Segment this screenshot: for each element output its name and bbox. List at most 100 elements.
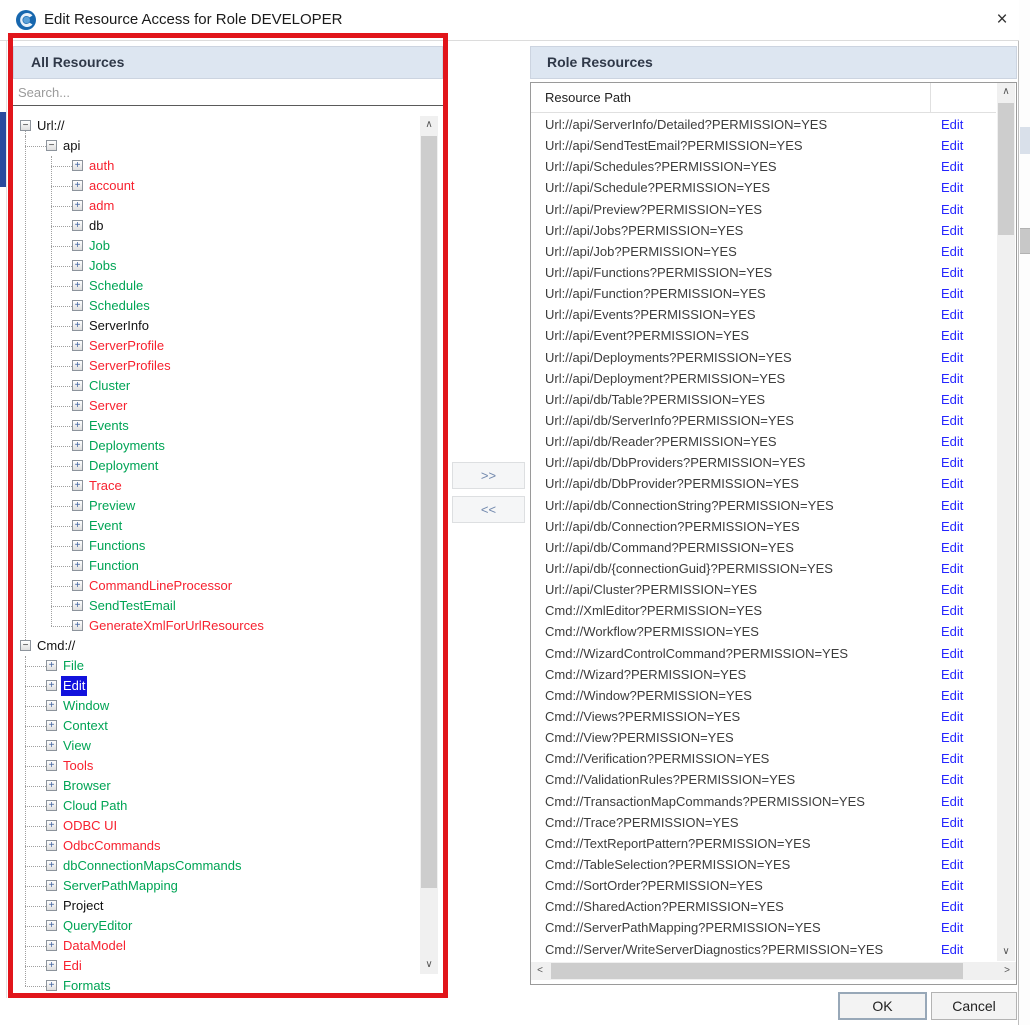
tree-item-label[interactable]: account	[87, 176, 137, 196]
expand-toggle-icon[interactable]: +	[46, 740, 57, 751]
tree-item-label[interactable]: Cloud Path	[61, 796, 129, 816]
expand-toggle-icon[interactable]: +	[72, 540, 83, 551]
edit-link[interactable]: Edit	[941, 244, 996, 259]
edit-link[interactable]: Edit	[941, 857, 996, 872]
collapse-toggle-icon[interactable]: −	[46, 140, 57, 151]
tree-item[interactable]: +ServerPathMapping	[13, 876, 438, 896]
tree-item-label[interactable]: ODBC UI	[61, 816, 119, 836]
edit-link[interactable]: Edit	[941, 688, 996, 703]
edit-link[interactable]: Edit	[941, 667, 996, 682]
tree-item[interactable]: +Deployments	[13, 436, 438, 456]
tree-item-label[interactable]: Tools	[61, 756, 95, 776]
tree-item-label[interactable]: Jobs	[87, 256, 118, 276]
expand-toggle-icon[interactable]: +	[46, 800, 57, 811]
expand-toggle-icon[interactable]: +	[72, 280, 83, 291]
tree-item[interactable]: +ODBC UI	[13, 816, 438, 836]
tree-item-label[interactable]: Events	[87, 416, 131, 436]
expand-toggle-icon[interactable]: +	[72, 460, 83, 471]
tree-item[interactable]: +Schedules	[13, 296, 438, 316]
tree-item[interactable]: + db	[13, 216, 438, 236]
edit-link[interactable]: Edit	[941, 413, 996, 428]
tree-item-label[interactable]: Event	[87, 516, 124, 536]
edit-link[interactable]: Edit	[941, 180, 996, 195]
tree-item[interactable]: +Schedule	[13, 276, 438, 296]
collapse-toggle-icon[interactable]: −	[20, 120, 31, 131]
tree-item[interactable]: +dbConnectionMapsCommands	[13, 856, 438, 876]
edit-link[interactable]: Edit	[941, 286, 996, 301]
tree-item[interactable]: +Context	[13, 716, 438, 736]
tree-item[interactable]: +Event	[13, 516, 438, 536]
edit-link[interactable]: Edit	[941, 265, 996, 280]
tree-item[interactable]: + Functions	[13, 536, 438, 556]
tree-item-label[interactable]: Trace	[87, 476, 124, 496]
tree-item[interactable]: +DataModel	[13, 936, 438, 956]
expand-toggle-icon[interactable]: +	[72, 200, 83, 211]
tree-item[interactable]: +ServerProfiles	[13, 356, 438, 376]
expand-toggle-icon[interactable]: +	[46, 760, 57, 771]
tree-item[interactable]: +Preview	[13, 496, 438, 516]
tree-item[interactable]: +Function	[13, 556, 438, 576]
cancel-button[interactable]: Cancel	[931, 992, 1017, 1020]
tree-item-label[interactable]: db	[87, 216, 105, 236]
edit-link[interactable]: Edit	[941, 772, 996, 787]
tree-item-label[interactable]: View	[61, 736, 93, 756]
tree-item[interactable]: +OdbcCommands	[13, 836, 438, 856]
edit-link[interactable]: Edit	[941, 159, 996, 174]
tree-item-label[interactable]: Cluster	[87, 376, 132, 396]
tree-item-label[interactable]: Cmd://	[35, 636, 77, 656]
list-horizontal-scrollbar[interactable]: < >	[531, 962, 1016, 980]
tree-item[interactable]: +ServerProfile	[13, 336, 438, 356]
tree-item-label[interactable]: SendTestEmail	[87, 596, 178, 616]
tree-item-label[interactable]: Deployment	[87, 456, 160, 476]
edit-link[interactable]: Edit	[941, 519, 996, 534]
tree-item[interactable]: −Url://	[13, 116, 438, 136]
ok-button[interactable]: OK	[838, 992, 927, 1020]
tree-item-label[interactable]: Functions	[87, 536, 147, 556]
tree-item-label[interactable]: Window	[61, 696, 111, 716]
scrollbar-thumb[interactable]	[551, 963, 963, 979]
scrollbar-right-icon[interactable]: >	[998, 962, 1016, 980]
tree-item[interactable]: +Cluster	[13, 376, 438, 396]
edit-link[interactable]: Edit	[941, 794, 996, 809]
edit-link[interactable]: Edit	[941, 223, 996, 238]
tree-item[interactable]: +Formats	[13, 976, 438, 993]
edit-link[interactable]: Edit	[941, 646, 996, 661]
expand-toggle-icon[interactable]: +	[72, 580, 83, 591]
tree-item[interactable]: + Cloud Path	[13, 796, 438, 816]
collapse-toggle-icon[interactable]: −	[20, 640, 31, 651]
expand-toggle-icon[interactable]: +	[46, 780, 57, 791]
tree-item-label[interactable]: adm	[87, 196, 116, 216]
expand-toggle-icon[interactable]: +	[72, 440, 83, 451]
edit-link[interactable]: Edit	[941, 624, 996, 639]
expand-toggle-icon[interactable]: +	[72, 160, 83, 171]
expand-toggle-icon[interactable]: +	[72, 500, 83, 511]
column-header-resource-path[interactable]: Resource Path	[531, 83, 996, 113]
edit-link[interactable]: Edit	[941, 899, 996, 914]
tree-item[interactable]: +Edi	[13, 956, 438, 976]
edit-link[interactable]: Edit	[941, 709, 996, 724]
edit-link[interactable]: Edit	[941, 942, 996, 957]
edit-link[interactable]: Edit	[941, 836, 996, 851]
tree-item-label[interactable]: OdbcCommands	[61, 836, 163, 856]
edit-link[interactable]: Edit	[941, 540, 996, 555]
tree-item[interactable]: +Edit	[13, 676, 438, 696]
tree-item-label[interactable]: Edi	[61, 956, 84, 976]
remove-all-button[interactable]: <<	[452, 496, 525, 523]
tree-item-label[interactable]: ServerProfiles	[87, 356, 173, 376]
tree-item[interactable]: +GenerateXmlForUrlResources	[13, 616, 438, 636]
edit-link[interactable]: Edit	[941, 455, 996, 470]
tree-item[interactable]: −api	[13, 136, 438, 156]
expand-toggle-icon[interactable]: +	[72, 620, 83, 631]
list-vertical-scrollbar[interactable]: ∧ ∨	[997, 83, 1015, 961]
tree-item-label[interactable]: ServerInfo	[87, 316, 151, 336]
tree-item[interactable]: +SendTestEmail	[13, 596, 438, 616]
edit-link[interactable]: Edit	[941, 730, 996, 745]
expand-toggle-icon[interactable]: +	[72, 220, 83, 231]
tree-item-label[interactable]: Context	[61, 716, 110, 736]
tree-item-label[interactable]: Edit	[61, 676, 87, 696]
edit-link[interactable]: Edit	[941, 751, 996, 766]
tree-item[interactable]: +Project	[13, 896, 438, 916]
tree-item[interactable]: +File	[13, 656, 438, 676]
tree-item-label[interactable]: ServerProfile	[87, 336, 166, 356]
tree-item[interactable]: +Server	[13, 396, 438, 416]
